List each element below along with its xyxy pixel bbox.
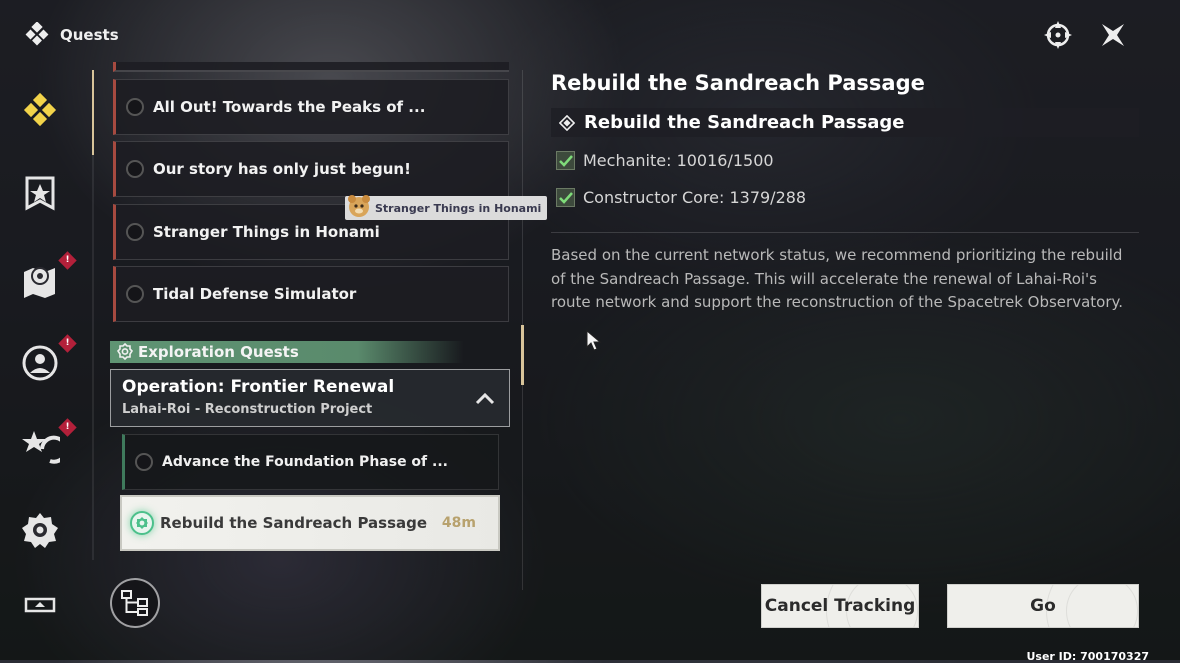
subquest-label: Advance the Foundation Phase of ... <box>162 454 448 470</box>
quest-list-scrollbar[interactable] <box>92 70 94 155</box>
nav-quests-icon[interactable] <box>18 90 62 134</box>
quest-description: Based on the current network status, we … <box>551 246 1123 311</box>
quest-tree-button[interactable] <box>110 578 160 628</box>
quest-item[interactable]: Our story has only just begun! <box>113 141 509 197</box>
mouse-cursor-icon <box>586 330 602 351</box>
cancel-tracking-label: Cancel Tracking <box>764 596 916 616</box>
diamond-icon <box>559 114 575 131</box>
star-alert-badge: ! <box>58 418 77 437</box>
nav-star-icon[interactable]: ! <box>18 418 77 469</box>
tooltip-text: Stranger Things in Honami <box>375 201 542 215</box>
objective-row: Constructor Core: 1379/288 <box>556 188 806 207</box>
chevron-up-icon[interactable] <box>475 392 495 406</box>
button-decoration <box>1066 585 1138 627</box>
quest-item-label: All Out! Towards the Peaks of ... <box>153 98 426 116</box>
objective-header: Rebuild the Sandreach Passage <box>551 108 1139 137</box>
go-button[interactable]: Go <box>947 584 1139 628</box>
quest-item[interactable]: All Out! Towards the Peaks of ... <box>113 79 509 135</box>
crosshair-icon[interactable] <box>1041 18 1075 52</box>
pet-mascot-icon <box>348 195 370 217</box>
quest-detail-title: Rebuild the Sandreach Passage <box>551 71 925 95</box>
detail-scrollbar[interactable] <box>521 325 524 385</box>
subquest-label: Rebuild the Sandreach Passage <box>160 514 428 532</box>
subquest-item-selected[interactable]: Rebuild the Sandreach Passage 48m <box>120 495 500 551</box>
checkmark-icon <box>556 188 575 207</box>
exploration-icon <box>116 343 134 361</box>
cancel-tracking-button[interactable]: Cancel Tracking <box>761 584 919 628</box>
checkmark-icon <box>556 151 575 170</box>
nav-display-icon[interactable] <box>18 588 62 618</box>
quest-status-circle <box>126 160 144 178</box>
objective-text: Mechanite: 10016/1500 <box>583 151 774 170</box>
objective-row: Mechanite: 10016/1500 <box>556 151 774 170</box>
subquest-item[interactable]: Advance the Foundation Phase of ... <box>122 434 499 490</box>
go-label: Go <box>1030 596 1056 616</box>
section-title: Exploration Quests <box>138 343 299 361</box>
objective-header-text: Rebuild the Sandreach Passage <box>584 112 905 133</box>
quests-logo-icon <box>25 22 49 46</box>
tracking-icon <box>130 511 154 535</box>
nav-character-icon[interactable]: ! <box>18 334 77 385</box>
tree-icon <box>121 590 148 616</box>
exploration-quests-header: Exploration Quests <box>110 341 464 363</box>
quest-chain-title: Operation: Frontier Renewal <box>122 377 395 397</box>
quest-item-label: Tidal Defense Simulator <box>153 285 357 303</box>
close-icon[interactable] <box>1096 18 1130 52</box>
header: Quests <box>24 22 119 48</box>
quest-item[interactable]: Tidal Defense Simulator <box>113 266 509 322</box>
nav-map-icon[interactable]: ! <box>18 251 77 302</box>
character-alert-badge: ! <box>58 334 77 353</box>
quest-item-label: Stranger Things in Honami <box>153 223 380 241</box>
quest-tooltip: Stranger Things in Honami <box>345 195 548 220</box>
description-divider <box>551 232 1139 233</box>
page-title: Quests <box>60 26 119 44</box>
quest-status-circle <box>135 453 153 471</box>
user-id: User ID: 700170327 <box>1026 650 1149 663</box>
quest-distance: 48m <box>441 515 476 531</box>
quest-item-label: Our story has only just begun! <box>153 160 411 178</box>
quest-chain-card[interactable]: Operation: Frontier Renewal Lahai-Roi - … <box>110 369 510 427</box>
map-alert-badge: ! <box>58 251 77 270</box>
quest-status-circle <box>126 223 144 241</box>
quest-chain-subtitle: Lahai-Roi - Reconstruction Project <box>122 402 373 417</box>
objective-text: Constructor Core: 1379/288 <box>583 188 807 207</box>
quest-status-circle <box>126 98 144 116</box>
quest-status-circle <box>126 285 144 303</box>
nav-settings-icon[interactable] <box>18 508 62 552</box>
nav-banner-icon[interactable] <box>18 173 62 217</box>
quest-item-partial[interactable] <box>113 62 509 72</box>
